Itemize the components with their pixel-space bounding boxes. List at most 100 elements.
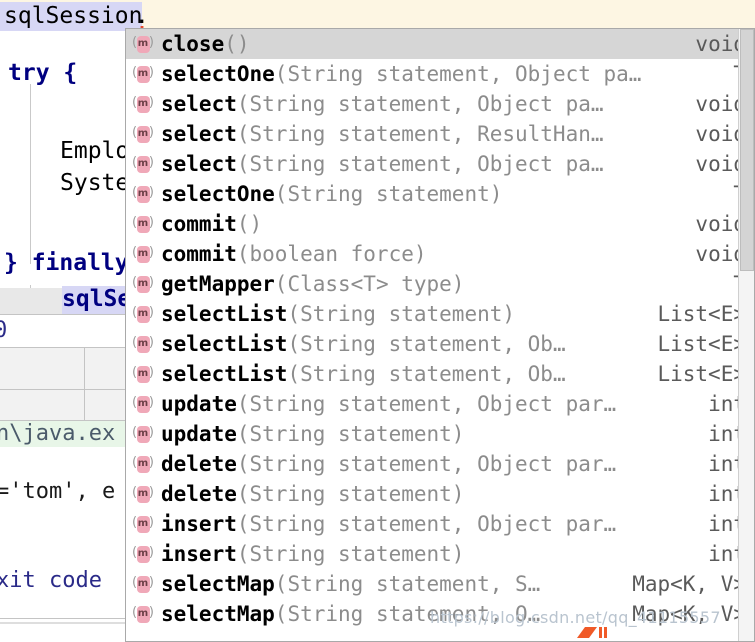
completion-method-name: selectMap	[161, 572, 275, 596]
completion-item[interactable]: (m) commit(boolean force) void	[126, 239, 754, 269]
completion-signature: close()	[161, 32, 695, 56]
completion-method-name: commit	[161, 212, 237, 236]
method-icon-pill: m	[136, 185, 150, 203]
completion-method-name: select	[161, 92, 237, 116]
method-icon-left-paren: (	[132, 485, 138, 500]
completion-signature: insert(String statement, Object par…	[161, 512, 708, 536]
method-icon-right-paren: )	[148, 395, 154, 410]
completion-signature: selectOne(String statement, Object pa…	[161, 62, 733, 86]
completion-return-type: Map<K, V>	[632, 572, 746, 596]
completion-method-name: delete	[161, 482, 237, 506]
method-icon-right-paren: )	[148, 95, 154, 110]
method-icon-right-paren: )	[148, 155, 154, 170]
method-icon: (m)	[132, 333, 154, 355]
method-icon: (m)	[132, 243, 154, 265]
method-icon: (m)	[132, 183, 154, 205]
completion-item[interactable]: (m) update(String statement, Object par… i…	[126, 389, 754, 419]
completion-item[interactable]: (m)getMapper(Class<T> type)T	[126, 269, 754, 299]
completion-signature: getMapper(Class<T> type)	[161, 272, 733, 296]
console-exit-line: xit code	[0, 568, 102, 593]
method-icon-letter: m	[137, 218, 149, 229]
completion-item[interactable]: (m) delete(String statement, Object par… i…	[126, 449, 754, 479]
completion-method-params: (String statement, Object pa…	[236, 152, 604, 176]
code-line-finally: } finally	[4, 250, 129, 276]
completion-signature: selectMap(String statement, O…	[161, 602, 632, 626]
completion-item[interactable]: (m) delete(String statement) int	[126, 479, 754, 509]
console-sql-line: ='tom', e	[0, 479, 116, 504]
method-icon-letter: m	[137, 518, 149, 529]
completion-signature: select(String statement, Object pa…	[161, 92, 695, 116]
completion-method-name: selectList	[161, 332, 288, 356]
completion-item[interactable]: (m)selectOne(String statement)T	[126, 179, 754, 209]
completion-method-params: ()	[224, 32, 250, 56]
completion-item[interactable]: (m) selectList(String statement, Ob… List<…	[126, 329, 754, 359]
method-icon-letter: m	[137, 278, 149, 289]
method-icon-pill: m	[136, 155, 150, 173]
console-command-line: n\java.ex	[0, 421, 125, 447]
completion-item[interactable]: (m) select(String statement, ResultHan… vo…	[126, 119, 754, 149]
method-icon-pill: m	[136, 515, 150, 533]
console-row	[0, 348, 125, 389]
method-icon: (m)	[132, 423, 154, 445]
method-icon: (m)	[132, 513, 154, 535]
completion-signature: delete(String statement, Object par…	[161, 452, 708, 476]
method-icon-left-paren: (	[132, 215, 138, 230]
completion-signature: update(String statement)	[161, 422, 708, 446]
method-icon-right-paren: )	[148, 485, 154, 500]
completion-item[interactable]: (m) insert(String statement, Object par… i…	[126, 509, 754, 539]
keyword-try: try {	[8, 60, 78, 86]
method-icon: (m)	[132, 63, 154, 85]
completion-method-params: ()	[236, 212, 263, 236]
method-icon-right-paren: )	[148, 545, 154, 560]
method-icon-left-paren: (	[132, 245, 138, 260]
completion-method-params: (String statement)	[274, 182, 503, 206]
method-icon-letter: m	[137, 428, 149, 439]
completion-list[interactable]: (m) close() void(m) selectOne(String statem…	[126, 29, 754, 629]
completion-item[interactable]: (m) close() void	[126, 29, 754, 59]
method-icon: (m)	[132, 93, 154, 115]
completion-item[interactable]: (m) select(String statement, Object pa… vo…	[126, 89, 754, 119]
completion-item[interactable]: (m) selectList(String statement) List<E>	[126, 299, 754, 329]
code-completion-popup[interactable]: (m) close() void(m) selectOne(String statem…	[125, 28, 755, 642]
completion-item[interactable]: (m) insert(String statement) int	[126, 539, 754, 569]
completion-method-name: select	[161, 122, 237, 146]
method-icon-right-paren: )	[148, 575, 154, 590]
method-icon-left-paren: (	[132, 455, 138, 470]
completion-item[interactable]: (m) select(String statement, Object pa… vo…	[126, 149, 754, 179]
method-icon: (m)	[132, 153, 154, 175]
method-icon-pill: m	[136, 575, 150, 593]
method-icon-letter: m	[137, 128, 149, 139]
completion-scrollbar-thumb[interactable]	[740, 29, 754, 271]
method-icon: (m)	[132, 603, 154, 625]
completion-method-name: close	[161, 32, 225, 56]
completion-item[interactable]: (m) selectOne(String statement, Object pa…	[126, 59, 754, 89]
method-icon-pill: m	[136, 455, 150, 473]
completion-method-params: (String statement, Object par…	[236, 512, 617, 536]
completion-item[interactable]: (m) selectMap(String statement, S… Map<K, …	[126, 569, 754, 599]
method-icon-letter: m	[137, 398, 149, 409]
method-icon-left-paren: (	[132, 425, 138, 440]
completion-method-params: (String statement, S…	[274, 572, 541, 596]
code-line-employee: Emplo	[60, 138, 130, 164]
method-icon-right-paren: )	[148, 245, 154, 260]
method-icon: (m)	[132, 483, 154, 505]
completion-signature: commit()	[161, 212, 695, 236]
finally-body-selection: sqlSe	[62, 286, 132, 314]
method-icon-left-paren: (	[132, 35, 138, 50]
method-icon-right-paren: )	[148, 365, 154, 380]
completion-method-params: (String statement, O…	[274, 602, 541, 626]
method-icon-letter: m	[137, 488, 149, 499]
completion-item[interactable]: (m) selectList(String statement, Ob… List<…	[126, 359, 754, 389]
completion-item[interactable]: (m) commit() void	[126, 209, 754, 239]
method-icon-right-paren: )	[148, 185, 154, 200]
method-icon-left-paren: (	[132, 605, 138, 620]
completion-method-name: getMapper	[161, 272, 275, 296]
completion-item[interactable]: (m) selectMap(String statement, O… Map<K, …	[126, 599, 754, 629]
completion-signature: selectList(String statement)	[161, 302, 657, 326]
completion-method-name: selectList	[161, 302, 288, 326]
method-icon-pill: m	[136, 365, 150, 383]
method-icon-right-paren: )	[148, 275, 154, 290]
method-icon-right-paren: )	[148, 425, 154, 440]
completion-item[interactable]: (m) update(String statement) int	[126, 419, 754, 449]
completion-scrollbar[interactable]	[738, 29, 754, 641]
